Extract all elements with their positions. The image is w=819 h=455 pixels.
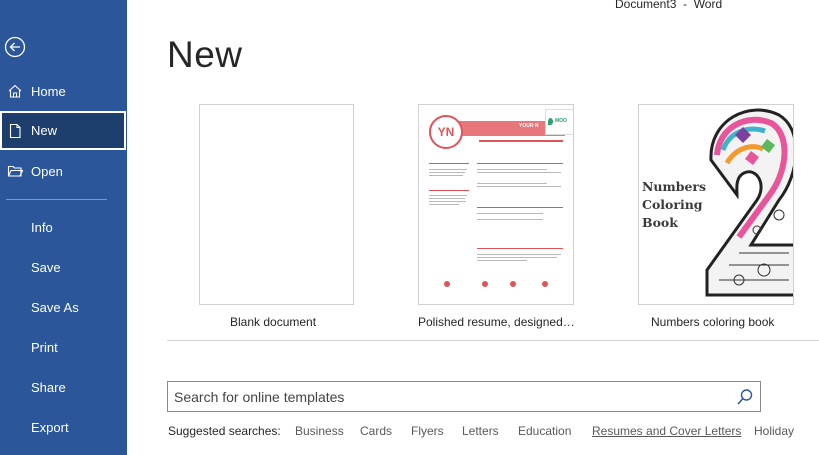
resume-text-line bbox=[477, 213, 543, 214]
sidebar-item-label: Share bbox=[31, 379, 66, 395]
sidebar-item-label: Save As bbox=[31, 299, 79, 315]
template-label-blank: Blank document bbox=[230, 315, 317, 329]
search-input[interactable] bbox=[174, 387, 724, 407]
resume-text-line bbox=[429, 175, 463, 176]
resume-rule bbox=[429, 190, 469, 191]
sidebar-item-open[interactable]: Open bbox=[0, 152, 127, 190]
suggested-link-education[interactable]: Education bbox=[518, 424, 571, 438]
search-icon[interactable] bbox=[736, 388, 754, 406]
template-label-resume: Polished resume, designed… bbox=[418, 315, 575, 329]
suggested-link-resumes[interactable]: Resumes and Cover Letters bbox=[592, 424, 741, 438]
section-divider bbox=[167, 340, 819, 341]
resume-text-line bbox=[477, 186, 561, 187]
back-arrow-icon[interactable] bbox=[4, 36, 26, 58]
sidebar-item-label: Info bbox=[31, 219, 53, 235]
resume-text-line bbox=[477, 219, 543, 220]
resume-text-line bbox=[429, 169, 467, 170]
template-numbers-coloring-book[interactable]: Numbers Coloring Book bbox=[638, 104, 794, 305]
suggested-link-business[interactable]: Business bbox=[295, 424, 344, 438]
resume-rule bbox=[479, 140, 563, 142]
sidebar-item-label: Home bbox=[31, 83, 66, 99]
resume-text-line bbox=[429, 204, 459, 205]
resume-text-line bbox=[429, 172, 465, 173]
sidebar-item-save-as[interactable]: Save As bbox=[0, 288, 127, 326]
sidebar-item-save[interactable]: Save bbox=[0, 248, 127, 286]
resume-text-line bbox=[429, 198, 465, 199]
sidebar-item-label: Print bbox=[31, 339, 58, 355]
resume-text-line bbox=[477, 183, 547, 184]
template-search-box bbox=[167, 381, 761, 412]
coloring-book-cover-text: Numbers Coloring Book bbox=[642, 179, 707, 230]
resume-contact-icon bbox=[444, 281, 450, 287]
resume-contact-icon bbox=[542, 281, 548, 287]
backstage-sidebar: Home New Open Info Save Save As Print Sh… bbox=[0, 0, 127, 455]
home-icon bbox=[7, 83, 23, 99]
moo-badge: MOO bbox=[545, 109, 573, 135]
template-blank-document[interactable] bbox=[199, 104, 354, 305]
resume-contact-icon bbox=[510, 281, 516, 287]
resume-rule bbox=[477, 207, 563, 208]
sidebar-item-share[interactable]: Share bbox=[0, 368, 127, 406]
resume-rule bbox=[429, 163, 469, 164]
resume-text-line bbox=[429, 201, 466, 202]
resume-initials: YN bbox=[429, 115, 463, 149]
sidebar-item-new[interactable]: New bbox=[0, 111, 126, 150]
resume-rule bbox=[477, 163, 563, 164]
page-title: New bbox=[167, 34, 243, 75]
sidebar-item-info[interactable]: Info bbox=[0, 208, 127, 246]
sidebar-item-print[interactable]: Print bbox=[0, 328, 127, 366]
folder-icon bbox=[7, 163, 23, 179]
sidebar-item-label: Save bbox=[31, 259, 61, 275]
resume-text-line bbox=[477, 254, 561, 255]
suggested-link-flyers[interactable]: Flyers bbox=[411, 424, 444, 438]
resume-text-line bbox=[477, 260, 527, 261]
sidebar-item-export[interactable]: Export bbox=[0, 408, 127, 446]
suggested-link-cards[interactable]: Cards bbox=[360, 424, 392, 438]
sidebar-item-label: Open bbox=[31, 163, 63, 179]
sidebar-item-label: New bbox=[31, 123, 58, 138]
resume-name-text: YOUR N bbox=[519, 123, 539, 129]
resume-text-line bbox=[477, 257, 557, 258]
resume-text-line bbox=[477, 169, 547, 170]
sidebar-item-home[interactable]: Home bbox=[0, 72, 127, 110]
sidebar-divider bbox=[6, 199, 107, 200]
leaf-icon bbox=[548, 118, 553, 125]
resume-text-line bbox=[477, 172, 561, 173]
sidebar-item-label: Export bbox=[31, 419, 69, 435]
suggested-link-holiday[interactable]: Holiday bbox=[754, 424, 794, 438]
resume-contact-icon bbox=[482, 281, 488, 287]
template-polished-resume[interactable]: YOUR N YN MOO bbox=[418, 104, 574, 305]
resume-rule bbox=[477, 248, 563, 249]
window-title: Document3 - Word bbox=[615, 0, 723, 11]
suggested-link-letters[interactable]: Letters bbox=[462, 424, 499, 438]
suggested-searches-label: Suggested searches: bbox=[168, 424, 281, 438]
new-document-icon bbox=[7, 123, 23, 139]
moo-badge-text: MOO bbox=[555, 118, 567, 124]
resume-text-line bbox=[429, 195, 467, 196]
template-label-coloring: Numbers coloring book bbox=[651, 315, 775, 329]
